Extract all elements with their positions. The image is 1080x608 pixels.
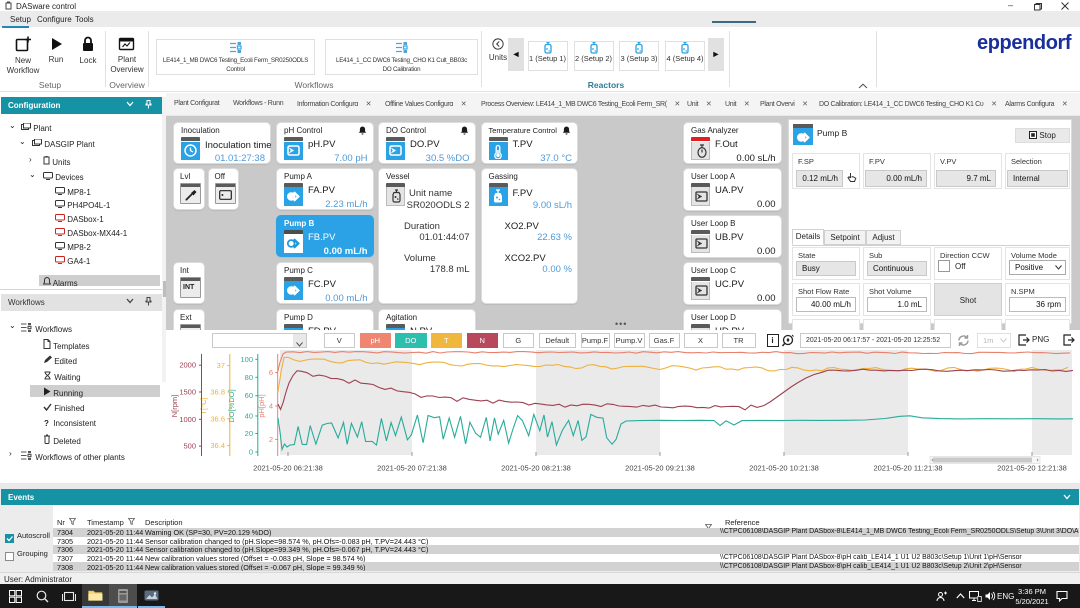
svg-text:500: 500 <box>183 442 196 451</box>
svg-text:2021-05-20 09:21:38: 2021-05-20 09:21:38 <box>625 464 695 473</box>
svg-text:4: 4 <box>269 402 273 411</box>
svg-text:2021-05-20 06:21:38: 2021-05-20 06:21:38 <box>253 464 323 473</box>
svg-text:2000: 2000 <box>179 361 196 370</box>
svg-text:2021-05-20 08:21:38: 2021-05-20 08:21:38 <box>501 464 571 473</box>
svg-text:2021-05-20 12:21:38: 2021-05-20 12:21:38 <box>997 464 1067 473</box>
svg-text:100: 100 <box>240 355 253 364</box>
svg-text:37: 37 <box>217 361 225 370</box>
svg-text:DO[%DO]: DO[%DO] <box>227 389 236 422</box>
svg-text:2021-05-20 11:21:38: 2021-05-20 11:21:38 <box>873 464 942 473</box>
svg-text:N[rpm]: N[rpm] <box>170 395 179 418</box>
svg-text:0: 0 <box>249 448 253 457</box>
svg-text:1000: 1000 <box>179 415 196 424</box>
svg-text:36.6: 36.6 <box>210 414 225 423</box>
svg-text:1500: 1500 <box>179 388 196 397</box>
svg-text:36.4: 36.4 <box>210 441 225 450</box>
svg-text:80: 80 <box>245 373 253 382</box>
svg-text:T[°C]: T[°C] <box>199 397 208 414</box>
svg-text:2: 2 <box>269 435 273 444</box>
svg-text:6: 6 <box>269 368 273 377</box>
svg-text:20: 20 <box>245 429 253 438</box>
svg-text:60: 60 <box>245 391 253 400</box>
svg-text:2021-05-20 10:21:38: 2021-05-20 10:21:38 <box>749 464 819 473</box>
svg-text:2021-05-20 07:21:38: 2021-05-20 07:21:38 <box>377 464 447 473</box>
svg-text:pH[pH]: pH[pH] <box>257 394 266 417</box>
svg-text:36.8: 36.8 <box>210 388 225 397</box>
svg-text:40: 40 <box>245 412 253 421</box>
